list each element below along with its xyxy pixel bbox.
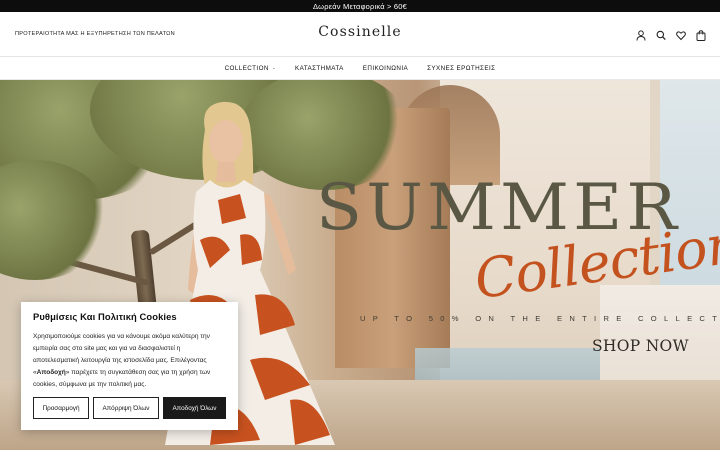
cart-bag-icon[interactable] <box>696 28 706 41</box>
nav-item-label: ΚΑΤΑΣΤΗΜΑΤΑ <box>295 64 344 72</box>
announcement-text: Δωρεάν Μεταφορικά > 60€ <box>312 1 408 11</box>
wishlist-heart-icon[interactable] <box>676 28 686 41</box>
shop-now-link[interactable]: SHOP NOW <box>592 337 689 355</box>
cookie-text-bold: Αποδοχή <box>36 369 66 376</box>
nav-item-stores[interactable]: ΚΑΤΑΣΤΗΜΑΤΑ <box>295 65 344 72</box>
search-icon[interactable] <box>656 28 666 41</box>
cookie-buttons: Προσαρμογή Απόρριψη Όλων Αποδοχή Όλων <box>33 397 226 419</box>
nav-item-collection[interactable]: COLLECTION ⌄ <box>225 65 276 72</box>
hero-subline: UP TO 50% ON THE ENTIRE COLLECTION <box>360 314 720 323</box>
account-icon[interactable] <box>636 28 646 41</box>
reject-all-button[interactable]: Απόρριψη Όλων <box>93 397 159 419</box>
nav-item-label: COLLECTION <box>224 64 269 72</box>
nav-item-faq[interactable]: ΣΥΧΝΕΣ ΕΡΩΤΗΣΕΙΣ <box>427 65 495 72</box>
cookie-description: Χρησιμοποιούμε cookies για να κάνουμε ακ… <box>33 331 226 391</box>
announcement-bar: Δωρεάν Μεταφορικά > 60€ <box>0 0 720 12</box>
site-header: ΠΡΟΤΕΡΑΙΟΤΗΤΑ ΜΑΣ Η ΕΞΥΠΗΡΕΤΗΣΗ ΤΩΝ ΠΕΛΑ… <box>0 12 720 57</box>
main-navigation: COLLECTION ⌄ ΚΑΤΑΣΤΗΜΑΤΑ ΕΠΙΚΟΙΝΩΝΙΑ ΣΥΧ… <box>0 57 720 80</box>
nav-item-label: ΕΠΙΚΟΙΝΩΝΙΑ <box>362 64 409 72</box>
accept-all-button[interactable]: Αποδοχή Όλων <box>163 397 226 419</box>
cookie-title: Ρυθμίσεις Και Πολιτική Cookies <box>33 311 177 322</box>
nav-item-label: ΣΥΧΝΕΣ ΕΡΩΤΗΣΕΙΣ <box>427 64 496 72</box>
chevron-down-icon: ⌄ <box>271 65 276 70</box>
customize-button[interactable]: Προσαρμογή <box>33 397 89 419</box>
brand-logo[interactable]: Cossinelle <box>0 24 720 40</box>
cookie-consent-dialog: Ρυθμίσεις Και Πολιτική Cookies Χρησιμοπο… <box>21 302 238 430</box>
nav-item-contact[interactable]: ΕΠΙΚΟΙΝΩΝΙΑ <box>363 65 408 72</box>
header-icons <box>636 28 706 41</box>
